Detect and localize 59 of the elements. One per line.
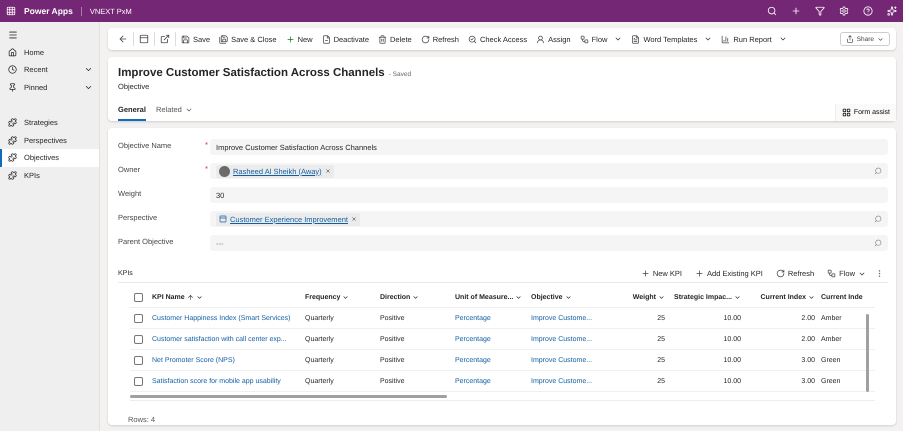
pin-icon (8, 82, 17, 92)
filter-icon[interactable] (815, 6, 825, 16)
trash-icon (378, 34, 388, 44)
plus-icon (286, 34, 295, 44)
plus-icon[interactable] (791, 6, 801, 16)
sparkle-icon[interactable] (887, 6, 897, 16)
vertical-scrollbar[interactable] (866, 314, 869, 392)
plus-icon (695, 269, 704, 278)
puzzle-icon (8, 136, 17, 145)
puzzle-icon (8, 170, 17, 180)
bar-chart-icon (721, 34, 730, 44)
arrow-left-icon (118, 34, 128, 44)
document-icon (631, 34, 640, 44)
help-icon[interactable] (863, 6, 873, 16)
save-icon (181, 34, 190, 44)
refresh-icon (420, 34, 430, 44)
clock-icon (8, 65, 17, 74)
close-icon[interactable] (350, 216, 357, 222)
settings-icon[interactable] (839, 6, 849, 16)
record-title: Improve Customer Satisfaction Across Channels (118, 67, 385, 79)
record-icon (219, 215, 227, 223)
app-launcher-icon[interactable] (6, 6, 16, 16)
chevron-icon[interactable] (658, 294, 665, 300)
puzzle-icon (8, 118, 17, 128)
chevron-icon[interactable] (342, 294, 350, 300)
flow-icon (827, 269, 836, 278)
menu-icon[interactable] (8, 30, 18, 40)
refresh-icon (776, 269, 785, 278)
chevron-icon[interactable] (564, 294, 572, 300)
save-all-icon (219, 34, 228, 44)
chevron-icon[interactable] (412, 294, 420, 300)
panel-icon (139, 34, 149, 44)
document-icon (322, 34, 331, 44)
external-link-icon (160, 34, 170, 44)
grid-icon (842, 108, 851, 117)
avatar-icon (219, 166, 230, 176)
close-icon[interactable] (324, 168, 331, 174)
puzzle-icon (8, 153, 17, 162)
share-icon (846, 35, 854, 43)
flow-icon (580, 34, 589, 44)
person-icon (536, 34, 546, 44)
checkbox[interactable] (134, 356, 143, 364)
home-icon (8, 48, 17, 57)
plus-icon (640, 269, 650, 278)
chevron-icon[interactable] (808, 294, 815, 300)
chevron-icon (877, 36, 884, 42)
chevron-icon (778, 35, 787, 43)
app-name: Power Apps (24, 6, 73, 16)
checkbox[interactable] (134, 314, 143, 322)
checkbox[interactable] (134, 292, 143, 302)
chevron-icon[interactable] (734, 294, 741, 300)
chevron-icon (614, 35, 622, 43)
search-icon (468, 34, 477, 44)
horizontal-scrollbar[interactable] (130, 395, 447, 398)
chevron-icon[interactable] (515, 294, 522, 300)
checkbox[interactable] (134, 376, 143, 386)
checkbox[interactable] (134, 334, 143, 344)
chevron-icon (704, 35, 712, 43)
chevron-icon[interactable] (196, 294, 203, 300)
